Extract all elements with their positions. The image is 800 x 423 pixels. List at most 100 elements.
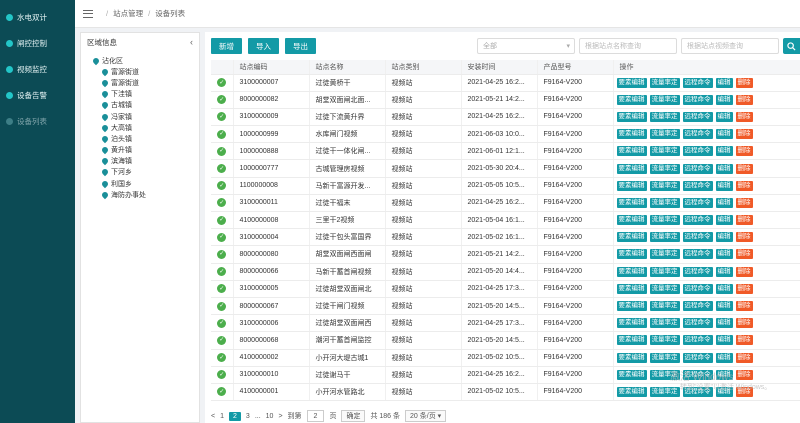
flow-calibration-button[interactable]: 流量率定 [649, 129, 680, 140]
element-edit-button[interactable]: 要素编辑 [616, 369, 647, 380]
delete-button[interactable]: 删除 [735, 77, 753, 88]
flow-calibration-button[interactable]: 流量率定 [649, 249, 680, 260]
delete-button[interactable]: 删除 [735, 129, 753, 140]
flow-calibration-button[interactable]: 流量率定 [649, 301, 680, 312]
edit-button[interactable]: 编辑 [715, 283, 733, 294]
remote-command-button[interactable]: 远程命令 [682, 352, 713, 363]
edit-button[interactable]: 编辑 [715, 197, 733, 208]
new-button[interactable]: 新增 [211, 38, 242, 54]
tree-node[interactable]: 富源街道 [93, 77, 199, 88]
table-row[interactable]: ✓ 1000000888 过徒干一体化闸... 视频站 2021-06-01 12:1.… [211, 142, 800, 161]
page-2-current[interactable]: 2 [229, 411, 241, 421]
table-row[interactable]: ✓ 3100000004 过徒干包头富国界 视频站 2021-05-02 16:1...… [211, 228, 800, 247]
sidebar-item-3[interactable]: 设备告警 [0, 82, 75, 108]
edit-button[interactable]: 编辑 [715, 232, 733, 243]
edit-button[interactable]: 编辑 [715, 180, 733, 191]
remote-command-button[interactable]: 远程命令 [682, 266, 713, 277]
page-ellipsis[interactable]: ... [255, 413, 261, 420]
element-edit-button[interactable]: 要素编辑 [616, 352, 647, 363]
tree-root[interactable]: 沾化区 [91, 55, 199, 66]
import-button[interactable]: 导入 [248, 38, 279, 54]
sidebar-item-0[interactable]: 水电双计 [0, 4, 75, 30]
tree-node[interactable]: 下河乡 [93, 167, 199, 178]
sidebar-item-4[interactable]: 设备列表 [0, 108, 75, 134]
flow-calibration-button[interactable]: 流量率定 [649, 146, 680, 157]
table-row[interactable]: ✓ 3100000009 过徒下流黄升界 视频站 2021-04-25 16:2... F… [211, 108, 800, 127]
table-row[interactable]: ✓ 8000000082 胡堂双面闸北面... 视频站 2021-05-21 14:2.… [211, 91, 800, 109]
tree-node[interactable]: 冯家镇 [93, 111, 199, 122]
table-row[interactable]: ✓ 3100000011 过徒干福末 视频站 2021-04-25 16:2... F91… [211, 194, 800, 213]
sidebar-item-2[interactable]: 视频监控 [0, 56, 75, 82]
site-video-search-input[interactable]: 根据站点视频查询 [681, 38, 779, 54]
page-size-select[interactable]: 20 条/页 ▾ [405, 410, 447, 422]
table-row[interactable]: ✓ 8000000080 胡堂双面闸西面闸 视频站 2021-05-21 14:2...… [211, 245, 800, 264]
remote-command-button[interactable]: 远程命令 [682, 318, 713, 329]
edit-button[interactable]: 编辑 [715, 129, 733, 140]
tree-node[interactable]: 古城镇 [93, 100, 199, 111]
tree-node[interactable]: 大高镇 [93, 122, 199, 133]
table-row[interactable]: ✓ 8000000068 潮河干蓄首闸监控 视频站 2021-05-20 14:5...… [211, 331, 800, 350]
flow-calibration-button[interactable]: 流量率定 [649, 318, 680, 329]
element-edit-button[interactable]: 要素编辑 [616, 77, 647, 88]
delete-button[interactable]: 删除 [735, 301, 753, 312]
edit-button[interactable]: 编辑 [715, 249, 733, 260]
export-button[interactable]: 导出 [285, 38, 316, 54]
table-row[interactable]: ✓ 8000000067 过徒干闸门视频 视频站 2021-05-20 14:5... F… [211, 297, 800, 316]
flow-calibration-button[interactable]: 流量率定 [649, 232, 680, 243]
flow-calibration-button[interactable]: 流量率定 [649, 386, 680, 397]
tree-node[interactable]: 滨海镇 [93, 156, 199, 167]
element-edit-button[interactable]: 要素编辑 [616, 163, 647, 174]
delete-button[interactable]: 删除 [735, 369, 753, 380]
category-select[interactable]: 全部 ▾ [477, 38, 575, 54]
table-row[interactable]: ✓ 4100000008 三里干2视频 视频站 2021-05-04 16:1... F9… [211, 211, 800, 230]
remote-command-button[interactable]: 远程命令 [682, 163, 713, 174]
tree-node[interactable]: 下洼镇 [93, 89, 199, 100]
remote-command-button[interactable]: 远程命令 [682, 129, 713, 140]
delete-button[interactable]: 删除 [735, 335, 753, 346]
remote-command-button[interactable]: 远程命令 [682, 301, 713, 312]
goto-page-input[interactable]: 2 [306, 410, 325, 422]
element-edit-button[interactable]: 要素编辑 [616, 129, 647, 140]
flow-calibration-button[interactable]: 流量率定 [649, 335, 680, 346]
site-name-search-input[interactable]: 根据站点名称查询 [579, 38, 677, 54]
element-edit-button[interactable]: 要素编辑 [616, 180, 647, 191]
remote-command-button[interactable]: 远程命令 [682, 215, 713, 226]
collapse-chevron-icon[interactable]: ‹ [190, 37, 193, 47]
flow-calibration-button[interactable]: 流量率定 [649, 266, 680, 277]
element-edit-button[interactable]: 要素编辑 [616, 386, 647, 397]
tree-node[interactable]: 海防办事处 [93, 189, 199, 200]
tree-node[interactable]: 富源街道 [93, 66, 199, 77]
element-edit-button[interactable]: 要素编辑 [616, 266, 647, 277]
edit-button[interactable]: 编辑 [715, 111, 733, 122]
remote-command-button[interactable]: 远程命令 [682, 335, 713, 346]
delete-button[interactable]: 删除 [735, 94, 753, 105]
remote-command-button[interactable]: 远程命令 [682, 232, 713, 243]
element-edit-button[interactable]: 要素编辑 [616, 283, 647, 294]
flow-calibration-button[interactable]: 流量率定 [649, 111, 680, 122]
flow-calibration-button[interactable]: 流量率定 [649, 94, 680, 105]
table-row[interactable]: ✓ 1000000777 古城管理房视频 视频站 2021-05-30 20:4... F… [211, 159, 800, 178]
edit-button[interactable]: 编辑 [715, 335, 733, 346]
edit-button[interactable]: 编辑 [715, 352, 733, 363]
table-row[interactable]: ✓ 1000000999 水库闸门视频 视频站 2021-06-03 10:0... F9… [211, 125, 800, 144]
element-edit-button[interactable]: 要素编辑 [616, 94, 647, 105]
delete-button[interactable]: 删除 [735, 180, 753, 191]
breadcrumb-site-management[interactable]: 站点管理 [113, 8, 143, 19]
tree-node[interactable]: 泊头镇 [93, 133, 199, 144]
delete-button[interactable]: 删除 [735, 197, 753, 208]
table-row[interactable]: ✓ 4100000002 小开河大堤古城1 视频站 2021-05-02 10:5...… [211, 349, 800, 367]
goto-confirm-button[interactable]: 确定 [341, 410, 366, 422]
delete-button[interactable]: 删除 [735, 352, 753, 363]
tree-node[interactable]: 黄升镇 [93, 145, 199, 156]
element-edit-button[interactable]: 要素编辑 [616, 215, 647, 226]
delete-button[interactable]: 删除 [735, 111, 753, 122]
delete-button[interactable]: 删除 [735, 163, 753, 174]
sidebar-item-1[interactable]: 闸控控制 [0, 30, 75, 56]
edit-button[interactable]: 编辑 [715, 146, 733, 157]
flow-calibration-button[interactable]: 流量率定 [649, 77, 680, 88]
remote-command-button[interactable]: 远程命令 [682, 111, 713, 122]
edit-button[interactable]: 编辑 [715, 301, 733, 312]
flow-calibration-button[interactable]: 流量率定 [649, 180, 680, 191]
menu-toggle-icon[interactable] [83, 9, 93, 18]
delete-button[interactable]: 删除 [735, 215, 753, 226]
